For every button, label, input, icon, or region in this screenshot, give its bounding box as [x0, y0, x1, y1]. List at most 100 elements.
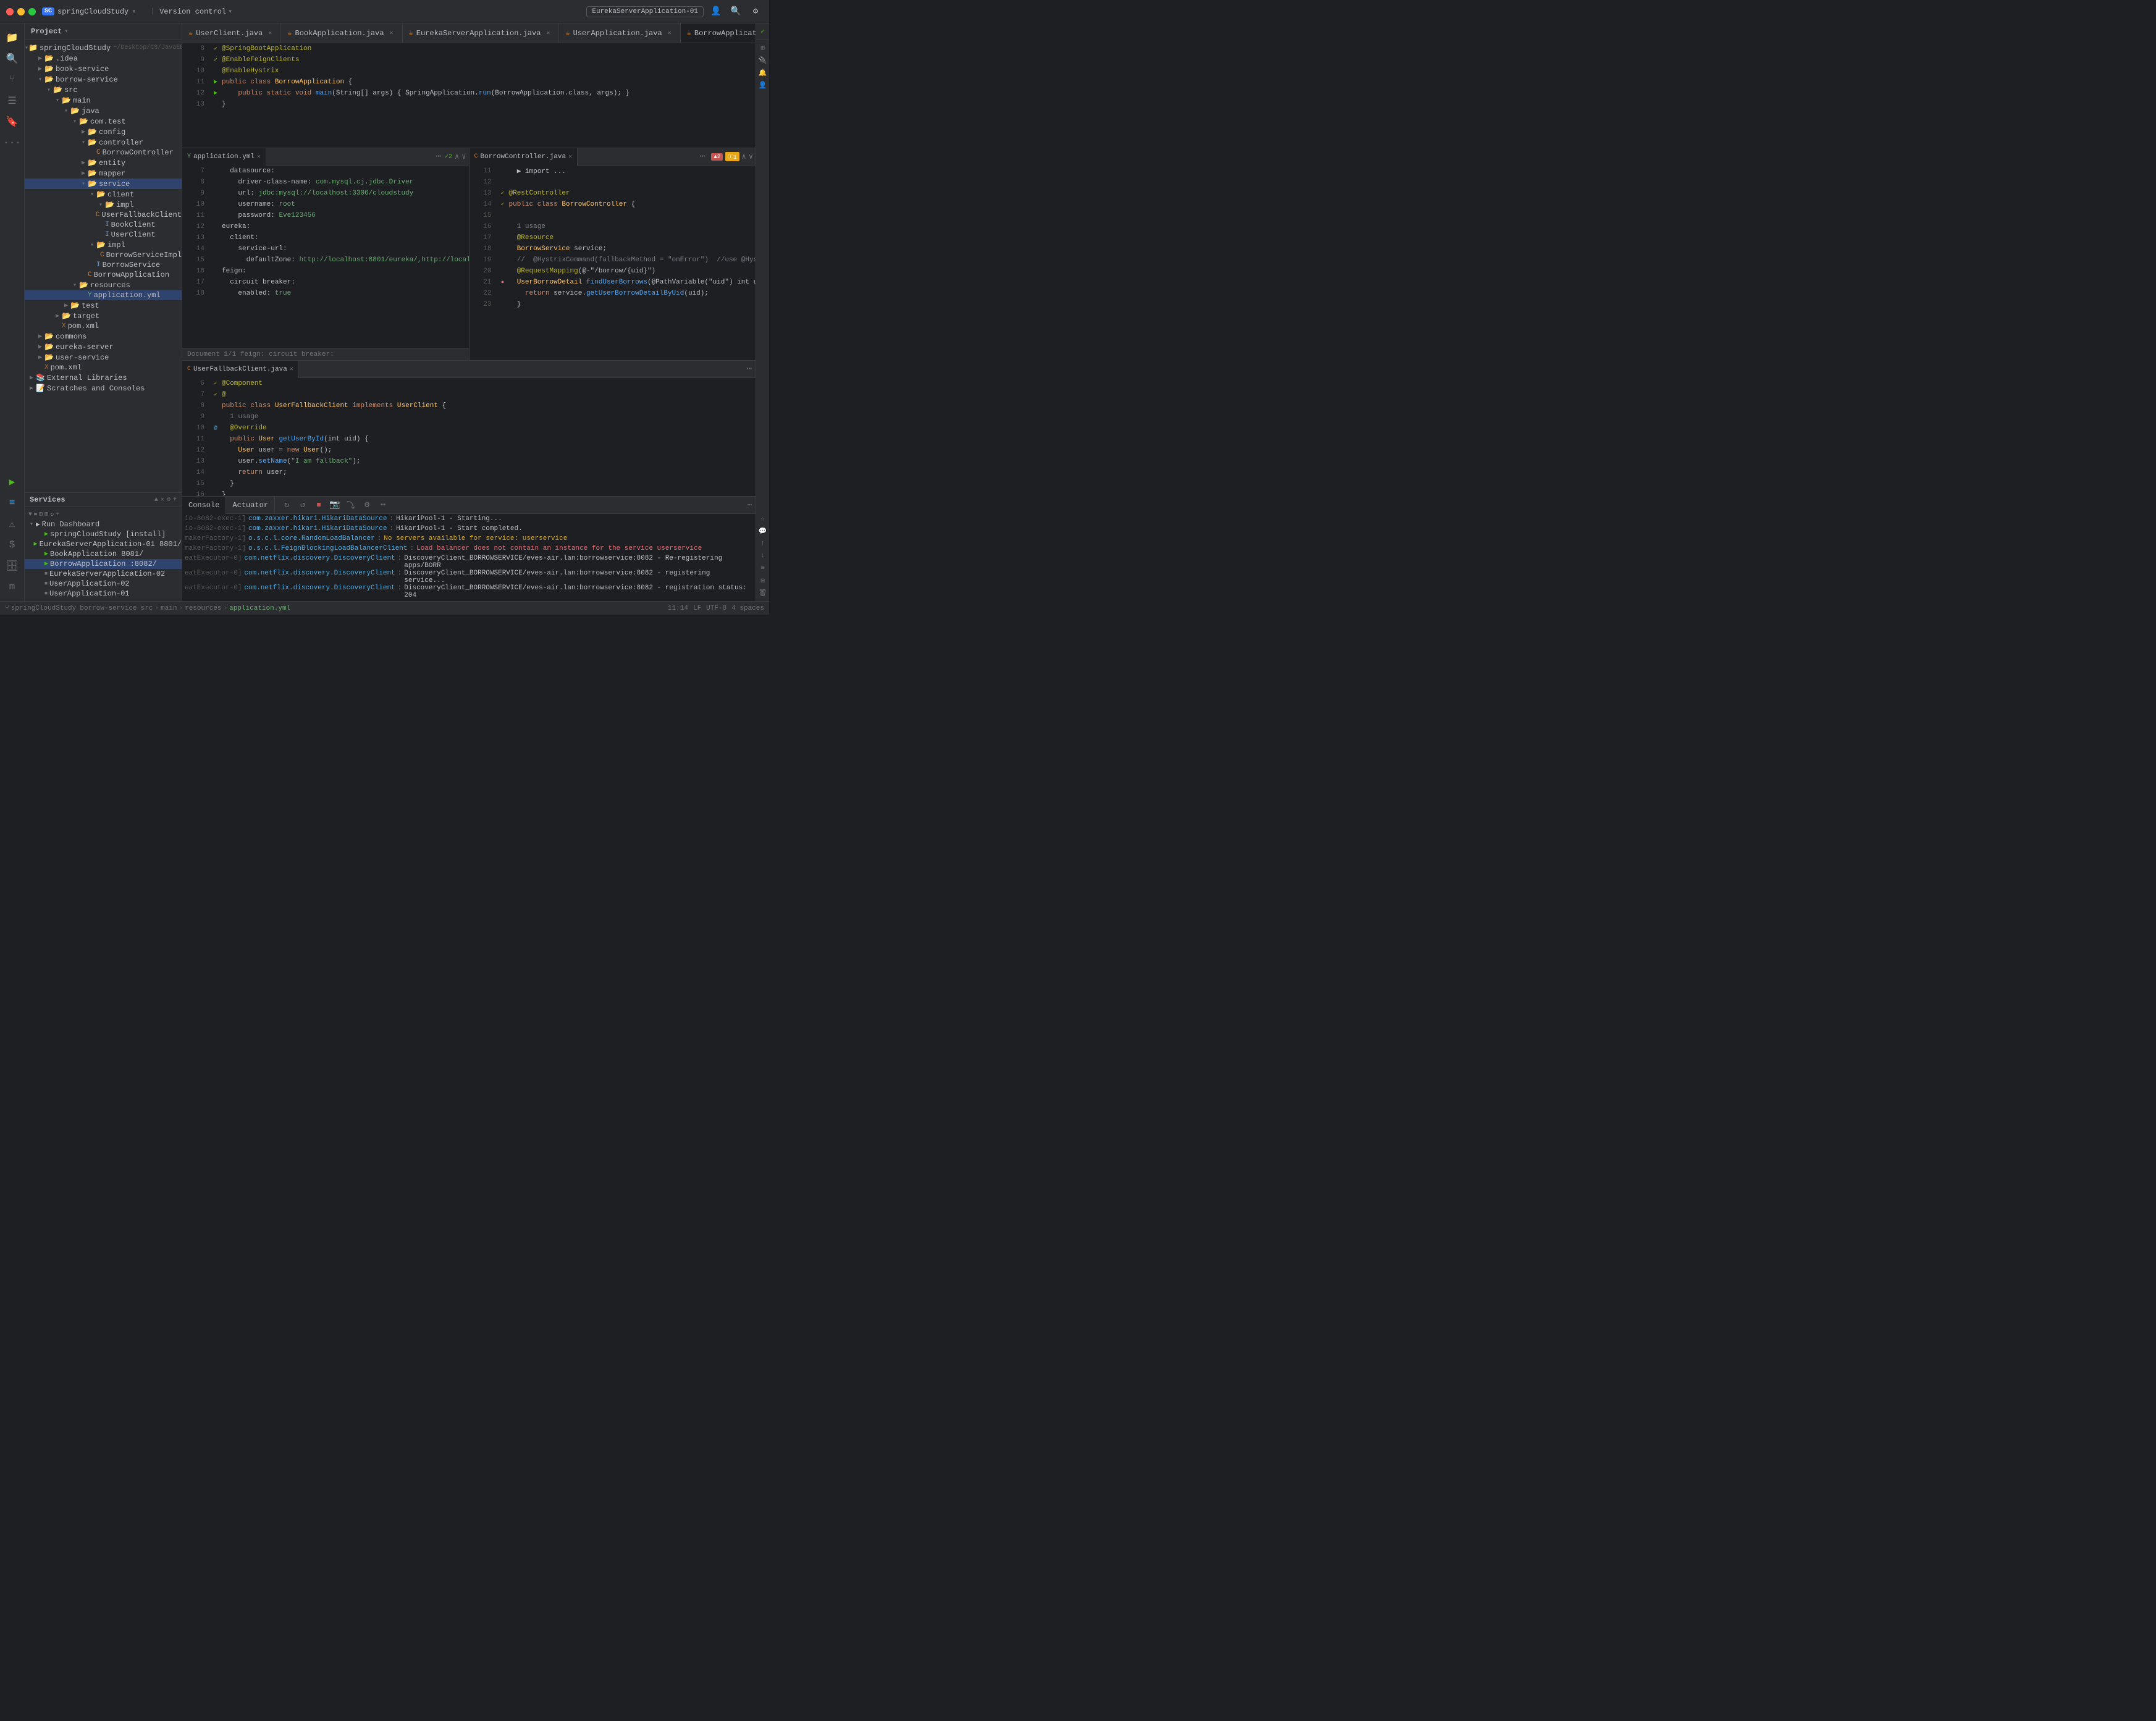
services-item-eureka02[interactable]: ▶ ⏹ EurekaServerApplication-02	[25, 569, 182, 579]
run-gutter[interactable]: ✓	[214, 57, 217, 63]
scroll-icon[interactable]: ⤵	[344, 499, 358, 512]
notification-icon[interactable]: 🔔	[757, 67, 768, 78]
yml-expand-btn[interactable]: ∧	[455, 152, 459, 161]
tree-item-userservice[interactable]: ▶ 📂 user-service	[25, 352, 182, 363]
services-all-icon[interactable]: ▼	[28, 511, 32, 518]
services-close-icon[interactable]: ✕	[161, 496, 164, 503]
tree-item-mapper[interactable]: ▶ 📂 mapper	[25, 168, 182, 179]
project-title[interactable]: SC springCloudStudy ▾	[42, 7, 136, 16]
arrow-up-icon[interactable]: ↑	[757, 538, 768, 549]
services-item-userapp01[interactable]: ▶ ⏹ UserApplication-01	[25, 589, 182, 599]
ufc-code[interactable]: 6 ✓ @Component 7 ✓ @ 8 public class User…	[182, 378, 756, 496]
services-settings-icon[interactable]: ⚙	[167, 496, 171, 503]
tab-userapplication[interactable]: ☕ UserApplication.java ✕	[559, 23, 680, 43]
close-button[interactable]	[6, 8, 14, 15]
tree-item-service[interactable]: ▾ 📂 service	[25, 179, 182, 189]
tree-item-borrowservice[interactable]: ▶ I BorrowService	[25, 260, 182, 270]
database-tool-icon[interactable]: 🗄	[3, 557, 22, 575]
tree-item-borrowcontroller[interactable]: ▶ C BorrowController	[25, 148, 182, 158]
ufc-tab-close[interactable]: ✕	[290, 366, 293, 373]
tree-item-resources[interactable]: ▾ 📂 resources	[25, 280, 182, 290]
run-gutter[interactable]: ✓	[214, 46, 217, 52]
tree-item-external[interactable]: ▶ 📚 External Libraries	[25, 372, 182, 383]
services-stop-all-icon[interactable]: ⏹	[34, 511, 37, 518]
more-tool-icon[interactable]: ···	[3, 133, 22, 152]
profile-icon[interactable]: 👤	[709, 4, 723, 19]
services-expand-icon[interactable]: ⊞	[44, 511, 48, 518]
bookmark-tool-icon[interactable]: 🔖	[3, 112, 22, 131]
services-add-btn[interactable]: +	[56, 511, 59, 518]
scroll-left-icon[interactable]: ≡	[757, 563, 768, 574]
yml-collapse-btn[interactable]: ∨	[461, 152, 466, 161]
project-tool-icon[interactable]: 📁	[3, 28, 22, 47]
tab-userclient[interactable]: ☕ UserClient.java ✕	[182, 23, 281, 43]
plugin-icon[interactable]: 🔌	[757, 55, 768, 66]
bc-tab[interactable]: C BorrowController.java ✕	[470, 148, 578, 166]
search-icon[interactable]: 🔍	[728, 4, 743, 19]
search-tool-icon[interactable]: 🔍	[3, 49, 22, 68]
services-item-eureka01[interactable]: ▶ ▶ EurekaServerApplication-01 8801/	[25, 539, 182, 549]
diff-icon[interactable]: ⊞	[757, 43, 768, 54]
tree-item-book-service[interactable]: ▶ 📂 book-service	[25, 64, 182, 74]
tree-item-root[interactable]: ▾ 📁 springCloudStudy ~/Desktop/CS/JavaEE…	[25, 43, 182, 53]
ufc-pane-more[interactable]: ⋯	[743, 364, 756, 374]
bc-expand[interactable]: ∧	[742, 152, 746, 161]
settings-icon[interactable]: ⚙	[748, 4, 763, 19]
services-item-userapp02[interactable]: ▶ ⏹ UserApplication-02	[25, 579, 182, 589]
restart-icon[interactable]: ↺	[296, 499, 310, 512]
tree-item-scratches[interactable]: ▶ 📝 Scratches and Consoles	[25, 383, 182, 393]
run-arrow-icon[interactable]: ▶	[214, 78, 217, 86]
tree-item-java[interactable]: ▾ 📂 java	[25, 106, 182, 116]
tree-item-test[interactable]: ▶ 📂 test	[25, 300, 182, 311]
problems-tool-icon[interactable]: ⚠	[3, 515, 22, 533]
run-tool-icon[interactable]: ▶	[3, 473, 22, 491]
trash-icon[interactable]: 🗑	[757, 587, 768, 599]
tree-item-impl1[interactable]: ▾ 📂 impl	[25, 200, 182, 210]
tree-item-userclient[interactable]: ▶ I UserClient	[25, 230, 182, 240]
services-filter-icon[interactable]: ⊟	[39, 511, 43, 518]
git-tool-icon[interactable]: ⑂	[3, 70, 22, 89]
project-panel-chevron[interactable]: ▾	[64, 28, 68, 35]
bc-code[interactable]: 11 ▶ import ... 12 13 ✓ @RestCo	[470, 166, 756, 360]
tab-close-icon[interactable]: ✕	[266, 29, 274, 38]
tree-item-commons[interactable]: ▶ 📂 commons	[25, 331, 182, 342]
yml-tab[interactable]: Y application.yml ✕	[182, 148, 266, 166]
tree-item-appyml[interactable]: ▶ Y application.yml	[25, 290, 182, 300]
tree-item-comtest[interactable]: ▾ 📂 com.test	[25, 116, 182, 127]
tab-close-icon[interactable]: ✕	[665, 29, 674, 38]
services-item-bookapplication[interactable]: ▶ ▶ BookApplication 8081/	[25, 549, 182, 559]
tree-item-pomxml[interactable]: ▶ X pom.xml	[25, 321, 182, 331]
settings-icon[interactable]: ⚙	[360, 499, 374, 512]
tab-close-icon[interactable]: ✕	[387, 29, 396, 38]
tree-item-target[interactable]: ▶ 📂 target	[25, 311, 182, 321]
tree-item-borrowapp[interactable]: ▶ C BorrowApplication	[25, 270, 182, 280]
git-branch[interactable]: ⑂ springCloudStudy	[5, 605, 76, 612]
snapshot-icon[interactable]: 📷	[328, 499, 342, 512]
arrow-down-icon[interactable]: ↓	[757, 550, 768, 562]
minimize-button[interactable]	[17, 8, 25, 15]
terminal-tool-icon[interactable]: $	[3, 536, 22, 554]
services-up-icon[interactable]: ▲	[154, 497, 158, 503]
tab-bookapplication[interactable]: ☕ BookApplication.java ✕	[281, 23, 402, 43]
version-control-menu[interactable]: Version control	[159, 7, 226, 16]
tab-eurekaserver[interactable]: ☕ EurekaServerApplication.java ✕	[403, 23, 560, 43]
tree-item-eurekaserver[interactable]: ▶ 📂 eureka-server	[25, 342, 182, 352]
actuator-tab[interactable]: Actuator	[226, 497, 275, 514]
services-run-dashboard[interactable]: ▾ ▶ Run Dashboard	[25, 520, 182, 529]
tree-item-rootpom[interactable]: ▶ X pom.xml	[25, 363, 182, 372]
tree-item-controller[interactable]: ▾ 📂 controller	[25, 137, 182, 148]
maven-tool-icon[interactable]: m	[3, 578, 22, 596]
tree-item-bookclient[interactable]: ▶ I BookClient	[25, 220, 182, 230]
run-arrow-icon[interactable]: ▶	[214, 90, 217, 97]
ufc-tab[interactable]: C UserFallbackClient.java ✕	[182, 361, 299, 378]
chat-icon[interactable]: 💬	[757, 526, 768, 537]
yml-pane-more[interactable]: ⋯	[432, 151, 445, 162]
bc-pane-more[interactable]: ⋯	[696, 151, 709, 162]
tree-item-config[interactable]: ▶ 📂 config	[25, 127, 182, 137]
console-more-icon[interactable]: ⋯	[744, 500, 756, 510]
bc-tab-close[interactable]: ✕	[568, 153, 572, 161]
yml-code[interactable]: 7 datasource: 8 driver-class-name: com.m…	[182, 166, 469, 348]
maximize-button[interactable]	[28, 8, 36, 15]
tab-borrowapplication[interactable]: ☕ BorrowApplication.java ✕	[681, 23, 756, 43]
indent-icon[interactable]: ⊟	[757, 575, 768, 586]
